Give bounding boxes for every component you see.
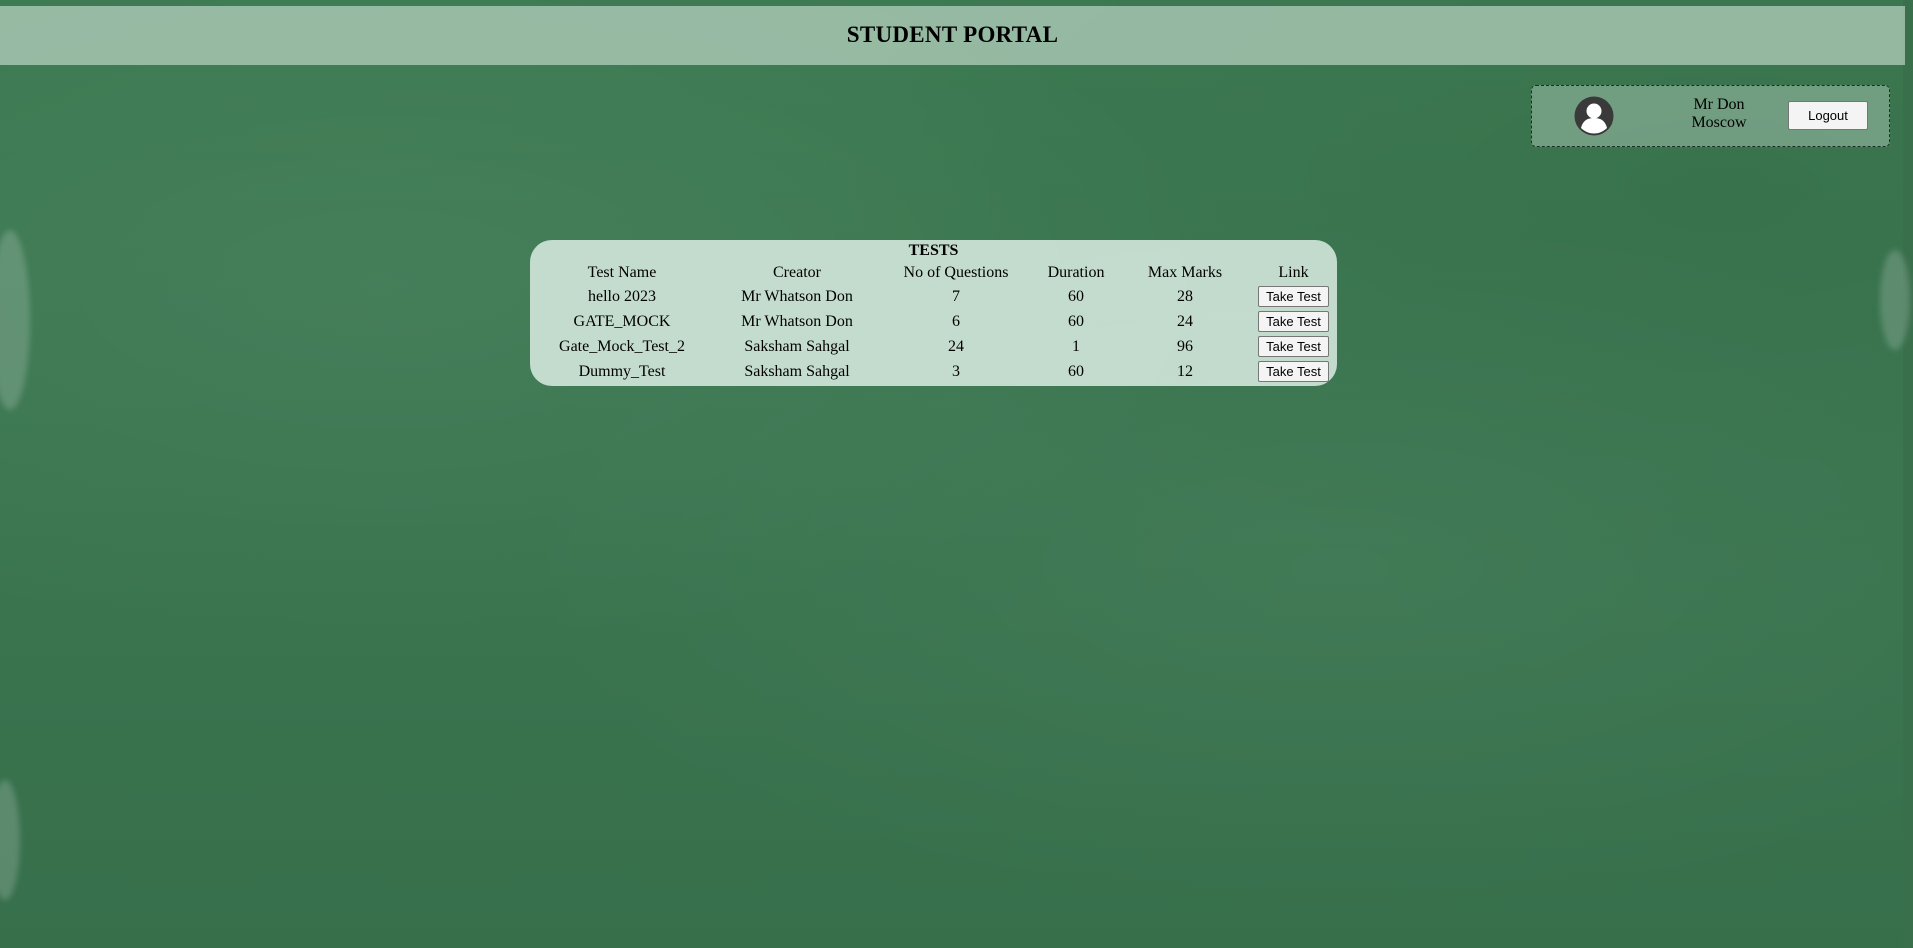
duration-cell: 60 xyxy=(1068,287,1084,305)
questions-cell: 24 xyxy=(948,337,964,355)
max-marks-cell: 24 xyxy=(1177,312,1193,330)
take-test-button[interactable]: Take Test xyxy=(1258,286,1329,307)
table-row: hello 2023 Mr Whatson Don 7 60 28 Take T… xyxy=(530,284,1337,309)
questions-cell: 6 xyxy=(952,312,960,330)
questions-cell: 3 xyxy=(952,362,960,380)
questions-cell: 7 xyxy=(952,287,960,305)
user-panel: Mr Don Moscow Logout xyxy=(1531,85,1890,147)
table-row: GATE_MOCK Mr Whatson Don 6 60 24 Take Te… xyxy=(530,309,1337,334)
duration-cell: 60 xyxy=(1068,362,1084,380)
test-name-cell: hello 2023 xyxy=(588,287,656,305)
column-header-link: Link xyxy=(1278,264,1309,281)
tests-table: Test Name Creator No of Questions Durati… xyxy=(530,262,1337,384)
chalk-smudge xyxy=(1880,250,1910,350)
page-title: STUDENT PORTAL xyxy=(846,21,1059,47)
link-cell: Take Test xyxy=(1250,309,1337,334)
link-cell: Take Test xyxy=(1250,359,1337,384)
board-frame-right xyxy=(1903,0,1913,948)
creator-cell: Mr Whatson Don xyxy=(741,312,853,330)
column-header-duration: Duration xyxy=(1047,264,1105,281)
column-header-max-marks: Max Marks xyxy=(1147,264,1223,281)
table-row: Gate_Mock_Test_2 Saksham Sahgal 24 1 96 … xyxy=(530,334,1337,359)
creator-cell: Saksham Sahgal xyxy=(744,362,850,380)
tests-title: TESTS xyxy=(908,242,959,259)
max-marks-cell: 96 xyxy=(1177,337,1193,355)
take-test-button[interactable]: Take Test xyxy=(1258,311,1329,332)
user-info: Mr Don Moscow xyxy=(1664,96,1774,132)
duration-cell: 1 xyxy=(1072,337,1080,355)
take-test-button[interactable]: Take Test xyxy=(1258,336,1329,357)
user-city: Moscow xyxy=(1691,114,1747,131)
max-marks-cell: 12 xyxy=(1177,362,1193,380)
creator-cell: Saksham Sahgal xyxy=(744,337,850,355)
max-marks-cell: 28 xyxy=(1177,287,1193,305)
take-test-button[interactable]: Take Test xyxy=(1258,361,1329,382)
user-name: Mr Don xyxy=(1693,96,1745,113)
chalk-smudge xyxy=(0,230,30,410)
table-header-row: Test Name Creator No of Questions Durati… xyxy=(530,262,1337,284)
chalk-smudge xyxy=(0,780,20,900)
tests-panel: TESTS Test Name Creator No of Questions … xyxy=(530,240,1337,386)
portal-header: STUDENT PORTAL xyxy=(0,6,1905,65)
link-cell: Take Test xyxy=(1250,284,1337,309)
test-name-cell: GATE_MOCK xyxy=(573,312,671,330)
duration-cell: 60 xyxy=(1068,312,1084,330)
link-cell: Take Test xyxy=(1250,334,1337,359)
test-name-cell: Gate_Mock_Test_2 xyxy=(559,337,685,355)
test-name-cell: Dummy_Test xyxy=(578,362,666,380)
table-row: Dummy_Test Saksham Sahgal 3 60 12 Take T… xyxy=(530,359,1337,384)
creator-cell: Mr Whatson Don xyxy=(741,287,853,305)
logout-button[interactable]: Logout xyxy=(1788,101,1868,130)
column-header-test-name: Test Name xyxy=(587,264,657,281)
user-avatar-icon xyxy=(1574,96,1614,136)
column-header-creator: Creator xyxy=(773,264,821,281)
column-header-questions: No of Questions xyxy=(903,264,1009,281)
